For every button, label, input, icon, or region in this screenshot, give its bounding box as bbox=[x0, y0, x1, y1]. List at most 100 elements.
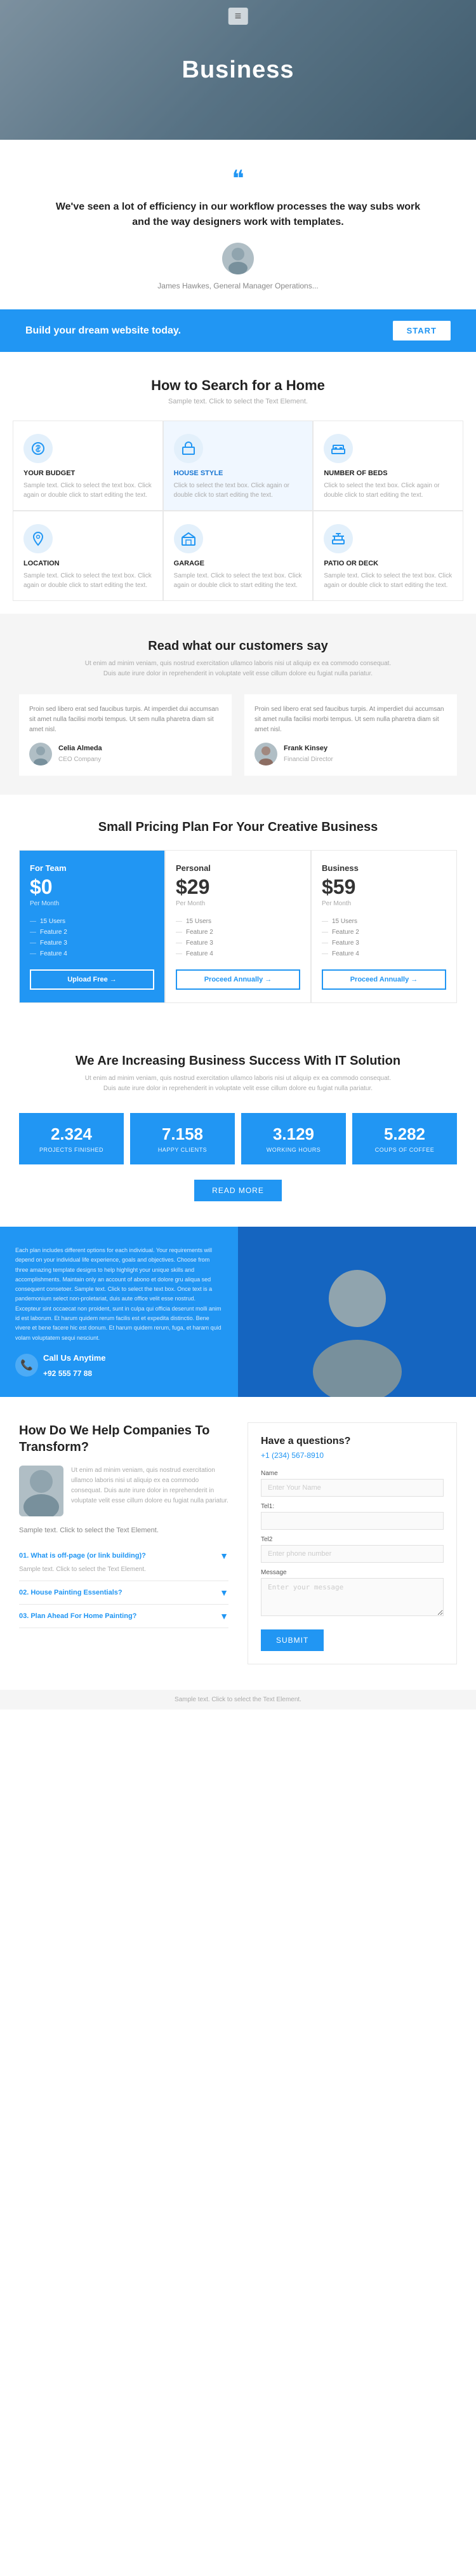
quote-text: We've seen a lot of efficiency in our wo… bbox=[51, 199, 425, 230]
contact-right: Have a questions? +1 (234) 567-8910 Name… bbox=[248, 1422, 457, 1664]
hamburger-menu[interactable]: ≡ bbox=[228, 8, 248, 25]
stats-title: We Are Increasing Business Success With … bbox=[19, 1054, 457, 1069]
stat-card-0: 2.324 PROJECTS FINISHED bbox=[19, 1113, 124, 1164]
it-phone-info: Call Us Anytime +92 555 77 88 bbox=[43, 1353, 106, 1378]
cta-start-button[interactable]: START bbox=[393, 321, 451, 341]
feature-desc-budget: Sample text. Click to select the text bo… bbox=[23, 481, 152, 500]
testimonial-avatar-1 bbox=[255, 743, 277, 765]
stat-label-0: PROJECTS FINISHED bbox=[25, 1147, 117, 1153]
faq-arrow-1: ▼ bbox=[220, 1588, 228, 1598]
stat-number-0: 2.324 bbox=[25, 1124, 117, 1144]
pricing-btn-personal[interactable]: Proceed Annually → bbox=[176, 969, 300, 990]
it-call-text: Call Us Anytime bbox=[43, 1353, 106, 1363]
form-group-message: Message bbox=[261, 1569, 444, 1619]
form-group-name: Name bbox=[261, 1470, 444, 1497]
quote-icon: ❝ bbox=[51, 165, 425, 192]
contact-phone: +1 (234) 567-8910 bbox=[261, 1451, 444, 1460]
faq-left: How Do We Help Companies To Transform? U… bbox=[19, 1422, 228, 1628]
pricing-grid: For Team $0 Per Month 15 Users Feature 2… bbox=[19, 850, 457, 1003]
stat-label-3: COUPS OF COFFEE bbox=[359, 1147, 451, 1153]
tel1-input[interactable] bbox=[261, 1512, 444, 1530]
read-more-button[interactable]: READ MORE bbox=[194, 1180, 282, 1201]
pricing-btn-business[interactable]: Proceed Annually → bbox=[322, 969, 446, 990]
contact-title: Have a questions? bbox=[261, 1436, 444, 1447]
feature-card-garage[interactable]: GARAGE Sample text. Click to select the … bbox=[163, 511, 314, 601]
pricing-price-personal: $29 bbox=[176, 875, 300, 899]
quote-section: ❝ We've seen a lot of efficiency in our … bbox=[0, 140, 476, 309]
footer-sample: Sample text. Click to select the Text El… bbox=[0, 1690, 476, 1709]
pricing-feature-team-3: Feature 4 bbox=[30, 948, 154, 959]
pricing-title: Small Pricing Plan For Your Creative Bus… bbox=[19, 820, 457, 835]
how-to-search-subtitle: Sample text. Click to select the Text El… bbox=[0, 398, 476, 405]
testimonial-card-0: Proin sed libero erat sed faucibus turpi… bbox=[19, 694, 232, 776]
pricing-period-personal: Per Month bbox=[176, 900, 300, 907]
cta-banner: Build your dream website today. START bbox=[0, 309, 476, 352]
testimonial-text-0: Proin sed libero erat sed faucibus turpi… bbox=[29, 705, 221, 735]
testimonial-author-role-0: CEO Company bbox=[58, 755, 102, 765]
pricing-feature-team-0: 15 Users bbox=[30, 916, 154, 927]
feature-card-budget[interactable]: YOUR BUDGET Sample text. Click to select… bbox=[13, 421, 163, 511]
stat-card-1: 7.158 HAPPY CLIENTS bbox=[130, 1113, 235, 1164]
faq-title: How Do We Help Companies To Transform? bbox=[19, 1422, 228, 1455]
testimonials-intro: Ut enim ad minim veniam, quis nostrud ex… bbox=[79, 659, 397, 679]
faq-item-0: 01. What is off-page (or link building)?… bbox=[19, 1544, 228, 1581]
pricing-card-personal: Personal $29 Per Month 15 Users Feature … bbox=[165, 850, 311, 1003]
testimonial-author-row-0: Celia Almeda CEO Company bbox=[29, 743, 221, 765]
feature-desc-location: Sample text. Click to select the text bo… bbox=[23, 571, 152, 590]
message-input[interactable] bbox=[261, 1578, 444, 1616]
feature-desc-patio: Sample text. Click to select the text bo… bbox=[324, 571, 453, 590]
testimonial-text-1: Proin sed libero erat sed faucibus turpi… bbox=[255, 705, 447, 735]
it-content: Each plan includes different options for… bbox=[0, 1227, 238, 1397]
feature-card-location[interactable]: LOCATION Sample text. Click to select th… bbox=[13, 511, 163, 601]
garage-icon-wrap bbox=[174, 524, 203, 553]
stats-grid: 2.324 PROJECTS FINISHED 7.158 HAPPY CLIE… bbox=[19, 1113, 457, 1164]
stat-number-3: 5.282 bbox=[359, 1124, 451, 1144]
testimonials-grid: Proin sed libero erat sed faucibus turpi… bbox=[19, 694, 457, 776]
feature-card-patio[interactable]: PATIO OR DECK Sample text. Click to sele… bbox=[313, 511, 463, 601]
pricing-feature-business-0: 15 Users bbox=[322, 916, 446, 927]
feature-title-location: LOCATION bbox=[23, 560, 152, 567]
faq-person-text: Ut enim ad minim veniam, quis nostrud ex… bbox=[71, 1466, 228, 1506]
form-label-tel2: Tel2 bbox=[261, 1536, 444, 1543]
form-group-tel2: Tel2 bbox=[261, 1536, 444, 1563]
testimonial-author-role-1: Financial Director bbox=[284, 755, 333, 765]
pricing-btn-team[interactable]: Upload Free → bbox=[30, 969, 154, 990]
testimonial-card-1: Proin sed libero erat sed faucibus turpi… bbox=[244, 694, 457, 776]
faq-subtitle: Sample text. Click to select the Text El… bbox=[19, 1527, 228, 1534]
pricing-price-business: $59 bbox=[322, 875, 446, 899]
feature-card-style[interactable]: HOUSE STYLE Click to select the text box… bbox=[163, 421, 314, 511]
it-phone-number: +92 555 77 88 bbox=[43, 1369, 106, 1378]
stat-card-3: 5.282 COUPS OF COFFEE bbox=[352, 1113, 457, 1164]
faq-answer-0: Sample text. Click to select the Text El… bbox=[19, 1565, 228, 1574]
feature-card-beds[interactable]: NUMBER OF BEDS Click to select the text … bbox=[313, 421, 463, 511]
faq-question-1: 02. House Painting Essentials? bbox=[19, 1589, 122, 1596]
phone-icon: 📞 bbox=[15, 1354, 38, 1377]
pricing-plan-name-team: For Team bbox=[30, 863, 154, 873]
faq-question-2: 03. Plan Ahead For Home Painting? bbox=[19, 1612, 136, 1620]
pricing-period-team: Per Month bbox=[30, 900, 154, 907]
faq-question-row-1[interactable]: 02. House Painting Essentials? ▼ bbox=[19, 1588, 228, 1598]
pricing-card-business: Business $59 Per Month 15 Users Feature … bbox=[311, 850, 457, 1003]
faq-arrow-0: ▼ bbox=[220, 1551, 228, 1561]
submit-button[interactable]: SUBMIT bbox=[261, 1629, 324, 1651]
faq-arrow-2: ▼ bbox=[220, 1611, 228, 1621]
feature-grid: YOUR BUDGET Sample text. Click to select… bbox=[0, 421, 476, 601]
budget-icon-wrap bbox=[23, 434, 53, 463]
testimonial-author-row-1: Frank Kinsey Financial Director bbox=[255, 743, 447, 765]
tel2-input[interactable] bbox=[261, 1545, 444, 1563]
faq-question-row-2[interactable]: 03. Plan Ahead For Home Painting? ▼ bbox=[19, 1611, 228, 1621]
pricing-feature-business-1: Feature 2 bbox=[322, 927, 446, 938]
faq-person-avatar bbox=[19, 1466, 63, 1516]
stat-card-2: 3.129 WORKING HOURS bbox=[241, 1113, 346, 1164]
pricing-plan-name-personal: Personal bbox=[176, 863, 300, 873]
faq-question-row-0[interactable]: 01. What is off-page (or link building)?… bbox=[19, 1551, 228, 1561]
feature-title-patio: PATIO OR DECK bbox=[324, 560, 453, 567]
how-to-search-section: How to Search for a Home Sample text. Cl… bbox=[0, 377, 476, 601]
patio-icon-wrap bbox=[324, 524, 353, 553]
hero-title: Business bbox=[182, 57, 294, 84]
testimonials-section: Read what our customers say Ut enim ad m… bbox=[0, 614, 476, 795]
faq-person: Ut enim ad minim veniam, quis nostrud ex… bbox=[19, 1466, 228, 1516]
stats-section: We Are Increasing Business Success With … bbox=[0, 1028, 476, 1227]
feature-title-style: HOUSE STYLE bbox=[174, 469, 303, 477]
name-input[interactable] bbox=[261, 1479, 444, 1497]
